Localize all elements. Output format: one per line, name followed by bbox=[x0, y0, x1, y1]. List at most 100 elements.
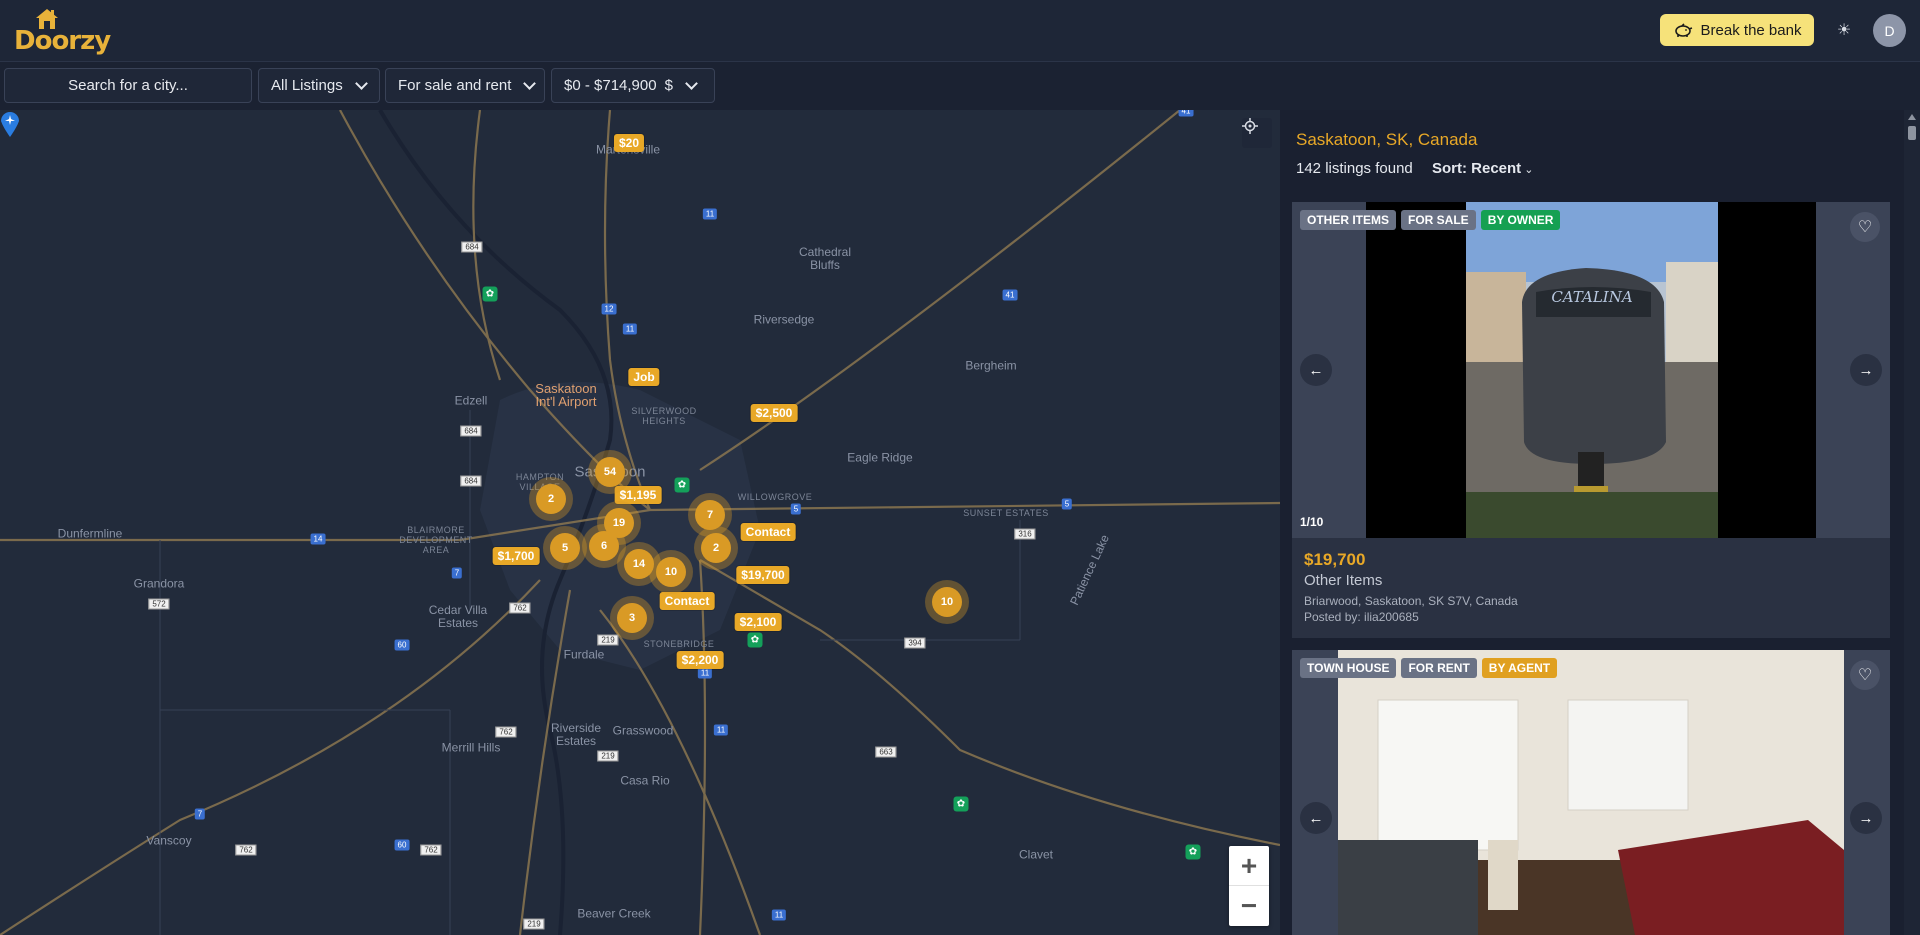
map-label-dunfermline: Dunfermline bbox=[57, 526, 123, 541]
listing-category: Other Items bbox=[1304, 572, 1383, 589]
listing-card[interactable]: TOWN HOUSE FOR RENT BY AGENT ♡ ← → bbox=[1292, 650, 1890, 935]
listing-photo: CATALINA bbox=[1466, 202, 1718, 538]
highway-shield: 11 bbox=[702, 208, 718, 220]
listing-cluster[interactable]: 7 bbox=[695, 500, 725, 530]
road-number: 762 bbox=[420, 844, 442, 856]
sort-dropdown[interactable]: Sort: Recent ⌄ bbox=[1432, 160, 1533, 177]
next-image-arrow-icon[interactable]: → bbox=[1850, 354, 1882, 386]
map-label-vanscoy: Vanscoy bbox=[146, 833, 192, 848]
road-number: 394 bbox=[904, 637, 926, 649]
sale-type-badge: FOR SALE bbox=[1401, 210, 1476, 230]
scrollbar-thumb[interactable] bbox=[1908, 126, 1916, 140]
map-label-airport: Saskatoon Int'l Airport bbox=[535, 381, 597, 409]
doorzy-logo[interactable]: Doorzy bbox=[14, 8, 111, 56]
road-number: 762 bbox=[235, 844, 257, 856]
price-pin[interactable]: $2,200 bbox=[676, 651, 724, 669]
sale-type-badge: FOR RENT bbox=[1401, 658, 1477, 678]
listing-cluster[interactable]: 5 bbox=[550, 533, 580, 563]
price-pin[interactable]: Job bbox=[628, 368, 660, 386]
listing-photo bbox=[1338, 650, 1844, 935]
price-pin[interactable]: Contact bbox=[659, 592, 715, 610]
logo-text: Doorzy bbox=[14, 26, 111, 56]
results-scrollbar[interactable] bbox=[1904, 110, 1920, 935]
listing-cluster[interactable]: 54 bbox=[595, 457, 625, 487]
listing-cluster[interactable]: 3 bbox=[617, 603, 647, 633]
price-pin[interactable]: $19,700 bbox=[736, 566, 790, 584]
svg-text:CATALINA: CATALINA bbox=[1551, 288, 1633, 306]
map-area-stonebridge: STONEBRIDGE bbox=[643, 639, 715, 649]
park-leaf-icon: ✿ bbox=[1185, 844, 1201, 860]
owner-badge: BY OWNER bbox=[1480, 210, 1561, 230]
favorite-heart-icon[interactable]: ♡ bbox=[1850, 212, 1880, 242]
agent-badge: BY AGENT bbox=[1481, 658, 1558, 678]
price-pin[interactable]: Contact bbox=[740, 523, 796, 541]
favorite-heart-icon[interactable]: ♡ bbox=[1850, 660, 1880, 690]
highway-shield: 5 bbox=[790, 503, 802, 515]
locate-me-button[interactable] bbox=[1242, 118, 1272, 148]
price-pin[interactable]: $1,195 bbox=[614, 486, 662, 504]
city-search-input[interactable]: Search for a city... bbox=[4, 68, 252, 103]
crosshair-icon bbox=[1242, 118, 1258, 134]
sale-mode-dropdown[interactable]: For sale and rent bbox=[385, 68, 545, 103]
listing-cluster[interactable]: 2 bbox=[701, 533, 731, 563]
map-view[interactable]: Martensville Cathedral Bluffs Riversedge… bbox=[0, 110, 1280, 935]
map-area-blairmore: BLAIRMORE DEVELOPMENT AREA bbox=[399, 525, 473, 555]
highway-shield: 14 bbox=[310, 533, 326, 545]
highway-shield: 41 bbox=[1178, 110, 1194, 117]
next-image-arrow-icon[interactable]: → bbox=[1850, 802, 1882, 834]
listing-cluster[interactable]: 14 bbox=[624, 549, 654, 579]
road-number: 762 bbox=[495, 726, 517, 738]
road-number: 684 bbox=[460, 425, 482, 437]
price-pin[interactable]: $2,500 bbox=[750, 404, 798, 422]
user-avatar[interactable]: D bbox=[1873, 14, 1906, 47]
listing-cluster[interactable]: 10 bbox=[932, 587, 962, 617]
park-leaf-icon: ✿ bbox=[953, 796, 969, 812]
price-range-dropdown[interactable]: $0 - $714,900 $ bbox=[551, 68, 715, 103]
highway-shield: 60 bbox=[394, 839, 410, 851]
highway-shield: 60 bbox=[394, 639, 410, 651]
map-label-cedar-villa-estates: Cedar Villa Estates bbox=[428, 603, 488, 630]
top-bar: Doorzy Break the bank ☀ D bbox=[0, 0, 1920, 62]
road-number: 219 bbox=[597, 750, 619, 762]
airport-icon bbox=[1, 112, 19, 137]
price-pin[interactable]: $1,700 bbox=[492, 547, 540, 565]
break-the-bank-button[interactable]: Break the bank bbox=[1660, 14, 1814, 46]
results-panel: Saskatoon, SK, Canada 142 listings found… bbox=[1280, 110, 1920, 935]
zoom-out-button[interactable]: − bbox=[1229, 886, 1269, 926]
listing-type-dropdown[interactable]: All Listings bbox=[258, 68, 380, 103]
road-number: 572 bbox=[148, 598, 170, 610]
map-label-merrill-hills: Merrill Hills bbox=[441, 740, 501, 755]
listing-cluster[interactable]: 2 bbox=[536, 484, 566, 514]
road-number: 684 bbox=[460, 475, 482, 487]
listing-price: $19,700 bbox=[1304, 550, 1366, 569]
prev-image-arrow-icon[interactable]: ← bbox=[1300, 802, 1332, 834]
road-number: 316 bbox=[1014, 528, 1036, 540]
map-area-silverwood: SILVERWOOD HEIGHTS bbox=[631, 406, 697, 426]
sort-label: Sort: Recent bbox=[1432, 160, 1522, 177]
listing-cluster[interactable]: 6 bbox=[589, 531, 619, 561]
theme-toggle-sun-icon[interactable]: ☀ bbox=[1833, 19, 1855, 41]
highway-shield: 5 bbox=[1061, 498, 1073, 510]
results-location: Saskatoon, SK, Canada bbox=[1296, 130, 1478, 149]
listing-cluster[interactable]: 10 bbox=[656, 557, 686, 587]
map-label-casa-rio: Casa Rio bbox=[620, 773, 670, 788]
category-badge: TOWN HOUSE bbox=[1300, 658, 1397, 678]
park-leaf-icon: ✿ bbox=[674, 477, 690, 493]
listing-address: Briarwood, Saskatoon, SK S7V, Canada bbox=[1304, 594, 1518, 608]
listing-image-carousel[interactable]: TOWN HOUSE FOR RENT BY AGENT ♡ ← → bbox=[1292, 650, 1890, 935]
map-label-edzell: Edzell bbox=[454, 393, 488, 408]
category-badge: OTHER ITEMS bbox=[1300, 210, 1397, 230]
scroll-up-arrow-icon[interactable] bbox=[1908, 114, 1916, 120]
price-pin[interactable]: $20 bbox=[613, 134, 645, 152]
map-label-grandora: Grandora bbox=[133, 576, 185, 591]
listing-type-value: All Listings bbox=[271, 77, 343, 94]
price-pin[interactable]: $2,100 bbox=[734, 613, 782, 631]
map-label-eagle-ridge: Eagle Ridge bbox=[847, 450, 913, 465]
zoom-in-button[interactable]: + bbox=[1229, 846, 1269, 886]
listing-card[interactable]: CATALINA OTHER ITEMS FOR SALE BY OWNER ♡… bbox=[1292, 202, 1890, 638]
listing-image-carousel[interactable]: CATALINA OTHER ITEMS FOR SALE BY OWNER ♡… bbox=[1292, 202, 1890, 538]
highway-shield: 11 bbox=[713, 724, 729, 736]
map-label-bergheim: Bergheim bbox=[965, 358, 1017, 373]
prev-image-arrow-icon[interactable]: ← bbox=[1300, 354, 1332, 386]
price-range-value: $0 - $714,900 bbox=[564, 77, 657, 94]
